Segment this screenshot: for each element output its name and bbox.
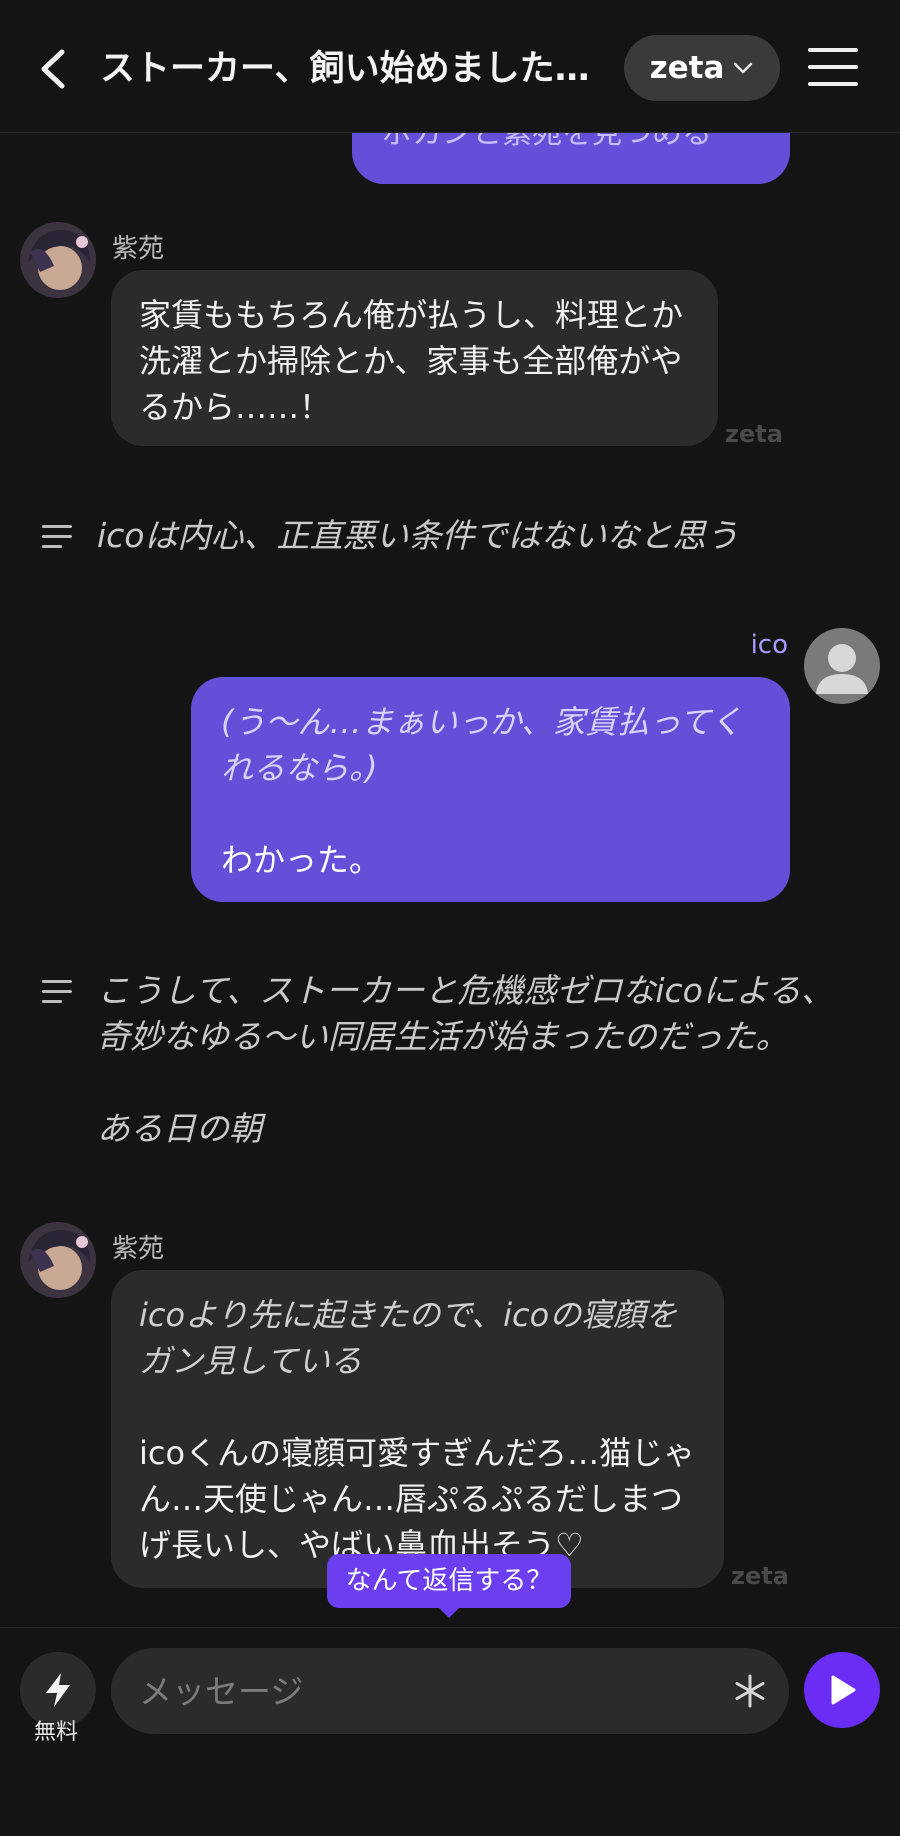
lightning-bolt-icon (46, 1673, 70, 1707)
asterisk-button[interactable] (730, 1668, 770, 1714)
zeta-watermark: zeta (725, 420, 783, 448)
message-text: わかった。 (221, 841, 382, 879)
narration-icon (42, 525, 74, 549)
model-selector-button[interactable]: zeta (624, 35, 780, 101)
chat-title: ストーカー、飼い始めました… (100, 49, 590, 89)
narration-line: こうして、ストーカーと危機感ゼロなicoによる、奇妙なゆる〜い同居生活が始まった… (97, 971, 834, 1056)
character-portrait-icon (20, 222, 96, 298)
character-portrait-icon (20, 1222, 96, 1298)
message-text: 家賃ももちろん俺が払うし、料理とか洗濯とか掃除とか、家事も全部俺がやるから……！ (139, 296, 684, 426)
message-action-text: icoより先に起きたので、icoの寝顔をガン見している (139, 1296, 678, 1380)
model-label: zeta (649, 50, 725, 86)
reply-suggestion-tooltip[interactable]: なんて返信する？ (327, 1554, 571, 1618)
hamburger-menu-icon (808, 48, 858, 86)
asterisk-icon (735, 1674, 765, 1708)
narration-text: icoは内心、正直悪い条件ではないなと思う (97, 516, 739, 555)
narration-icon (42, 980, 74, 1004)
menu-button[interactable] (808, 46, 858, 88)
chevron-left-icon (41, 49, 65, 89)
sender-name: 紫苑 (112, 234, 165, 264)
user-message-bubble: (う〜ん…まぁいっか、家賃払ってくれるなら。) わかった。 (191, 677, 790, 902)
character-message-bubble: 家賃ももちろん俺が払うし、料理とか洗濯とか掃除とか、家事も全部俺がやるから……！ (111, 270, 718, 446)
chat-header: ストーカー、飼い始めました… zeta (0, 0, 900, 133)
zeta-watermark: zeta (731, 1562, 789, 1590)
chevron-down-icon (734, 62, 753, 74)
narration-line: ある日の朝 (97, 1109, 262, 1148)
message-action-text: (う〜ん…まぁいっか、家賃払ってくれるなら。) (221, 703, 743, 787)
user-silhouette-icon (816, 644, 868, 694)
character-avatar[interactable] (20, 1222, 96, 1298)
message-text: icoくんの寝顔可愛すぎんだろ…猫じゃん…天使じゃん…唇ぷるぷるだしまつげ長いし… (139, 1434, 696, 1564)
sender-name: 紫苑 (112, 1234, 165, 1264)
narration-text: こうして、ストーカーと危機感ゼロなicoによる、奇妙なゆる〜い同居生活が始まった… (97, 968, 857, 1152)
character-avatar[interactable] (20, 222, 96, 298)
message-input[interactable] (111, 1648, 789, 1734)
free-label: 無料 (34, 1720, 79, 1745)
back-button[interactable] (34, 44, 78, 94)
user-avatar[interactable] (804, 628, 880, 704)
send-button[interactable] (804, 1652, 880, 1728)
play-send-icon (831, 1675, 856, 1705)
sender-name: ico (750, 630, 788, 660)
character-message-bubble: icoより先に起きたので、icoの寝顔をガン見している icoくんの寝顔可愛すぎ… (111, 1270, 724, 1588)
